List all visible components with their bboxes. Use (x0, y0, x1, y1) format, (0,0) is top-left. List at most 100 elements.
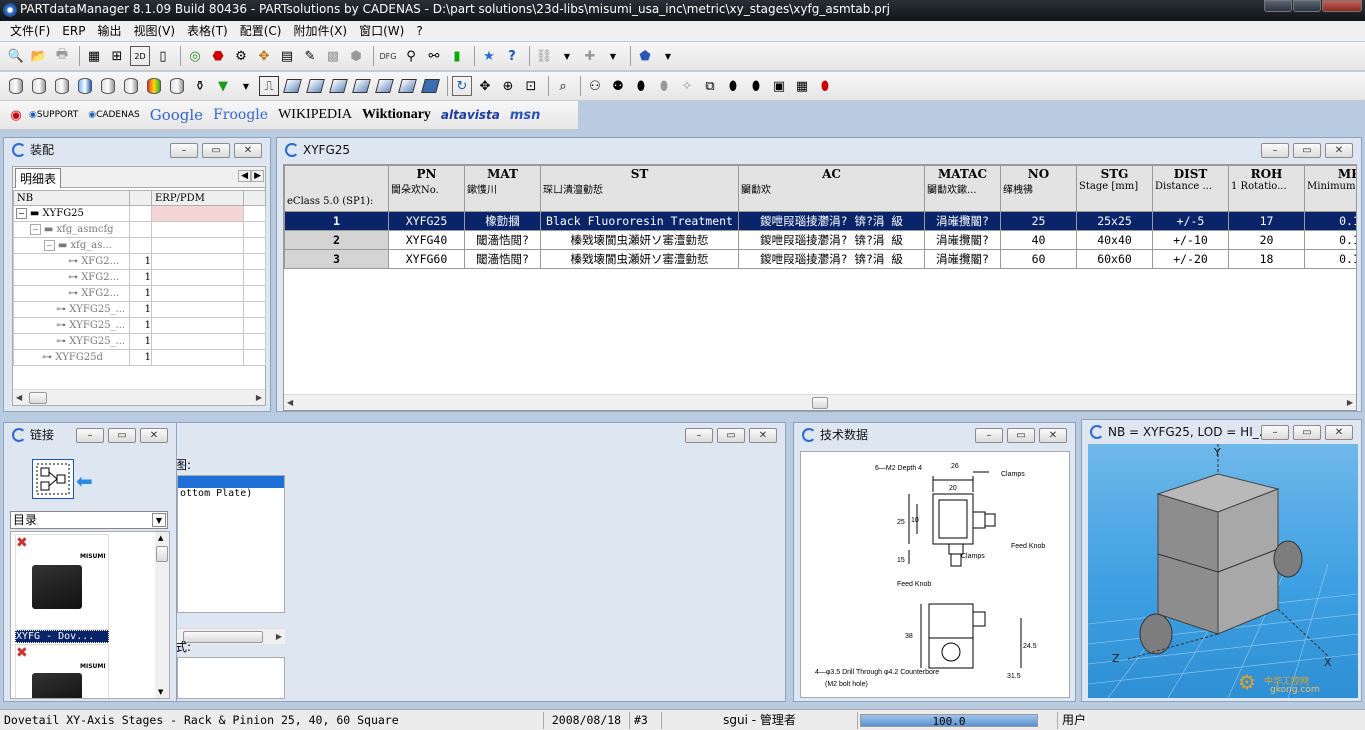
table-row[interactable]: 3 XYFG60 閾濇悎閲? 榛戣壊閬虫瀬妍ソ寚澶勭悊 鍐呭叚瑙掕灪涓? 锛?涓 級涓嶉… (284, 249, 1356, 269)
google-link[interactable]: Google (150, 106, 203, 124)
move-icon[interactable]: ✥ (254, 46, 274, 66)
column-header-mat[interactable]: MAT 鏉愯川 (464, 165, 541, 212)
shield-icon[interactable]: ⬟ (635, 46, 655, 66)
print-icon[interactable]: 🖶 (52, 46, 72, 66)
box-view-icon[interactable] (374, 76, 394, 96)
favorite-star-icon[interactable]: ★ (479, 46, 499, 66)
cylinder-icon[interactable] (52, 76, 72, 96)
product-thumbnail[interactable]: ✖ MISUMI (15, 644, 109, 698)
assembly-icon[interactable]: ⚙ (231, 46, 251, 66)
menu-table[interactable]: 表格(T) (181, 21, 234, 41)
puzzle-icon[interactable]: ✚ (580, 46, 600, 66)
middle-list[interactable]: ottom Plate) (177, 475, 285, 613)
wikipedia-link[interactable]: WIKIPEDIA (278, 107, 352, 123)
cylinder-color-icon[interactable] (144, 76, 164, 96)
view-table-icon[interactable]: ▦ (84, 46, 104, 66)
users-edit-icon[interactable]: ⚉ (608, 76, 628, 96)
view-2d-icon[interactable]: 2D (130, 46, 150, 66)
froogle-link[interactable]: Froogle (213, 107, 268, 123)
restore-button[interactable]: ▭ (1293, 143, 1321, 158)
thumbnail-caption[interactable]: XYFG - Dov... (15, 630, 109, 643)
minimize-button[interactable]: – (76, 428, 104, 443)
list-item[interactable]: ottom Plate) (178, 488, 284, 499)
vertical-scrollbar[interactable]: ▲ ▼ (155, 532, 169, 698)
scroll-right-icon[interactable]: ▶ (1347, 398, 1353, 407)
column-header-pn[interactable]: PN 閫朵欢No. (388, 165, 465, 212)
cylinder-icon[interactable] (98, 76, 118, 96)
part-red-icon[interactable]: ⬣ (208, 46, 228, 66)
close-button[interactable]: ✕ (140, 428, 168, 443)
measure-icon[interactable]: ⎍ (259, 76, 279, 96)
tab-scroll-right[interactable]: ▶ (251, 170, 264, 182)
minimize-button[interactable] (1264, 0, 1292, 12)
view-3d-icon[interactable]: ▯ (153, 46, 173, 66)
horizontal-scrollbar[interactable]: ◀ ▶ (284, 394, 1356, 410)
dropdown-arrow-icon[interactable]: ▼ (557, 46, 577, 66)
users-icon[interactable]: ⚇ (585, 76, 605, 96)
menu-addons[interactable]: 附加件(X) (287, 21, 353, 41)
zoom-window-icon[interactable]: ⊕ (498, 76, 518, 96)
close-button[interactable]: ✕ (234, 143, 262, 158)
cylinder-icon[interactable] (29, 76, 49, 96)
tree-row[interactable]: ⊶ XFG2... 1 (13, 269, 266, 286)
pan-icon[interactable]: ✥ (475, 76, 495, 96)
grid-icon[interactable]: ▤ (277, 46, 297, 66)
3d-viewport[interactable]: Y Z X ⚙ 中华工控网 gkong.com (1088, 444, 1358, 698)
column-header-mr[interactable]: MRMinimum R (1304, 165, 1356, 212)
view-split-icon[interactable]: ⊞ (107, 46, 127, 66)
tree-row[interactable]: ⊶ XYFG25d 1 (13, 349, 266, 366)
column-header-nb[interactable]: NB (13, 190, 130, 206)
lamp-icon[interactable]: ⚱ (190, 76, 210, 96)
cylinder-blue-icon[interactable] (75, 76, 95, 96)
tree-row[interactable]: ⊶ XYFG25_... 1 (13, 301, 266, 318)
traffic-light-icon[interactable]: ▮ (447, 46, 467, 66)
tree-row[interactable]: ⊶ XFG2... 1 (13, 253, 266, 270)
minimize-button[interactable]: – (170, 143, 198, 158)
column-header-roh[interactable]: ROH 1 Rotatio... (1228, 165, 1305, 212)
close-button[interactable]: ✕ (1325, 425, 1353, 440)
dropdown-arrow-icon[interactable]: ▼ (603, 46, 623, 66)
scrollbar-thumb[interactable] (29, 392, 47, 404)
scroll-right-icon[interactable]: ▶ (276, 632, 282, 641)
tree-row[interactable]: ⊶ XYFG25_... 1 (13, 317, 266, 334)
minimize-button[interactable]: – (1261, 143, 1289, 158)
column-header-dist[interactable]: DIST Distance ... (1152, 165, 1229, 212)
menu-view[interactable]: 视图(V) (127, 21, 181, 41)
collapse-icon[interactable]: − (16, 208, 27, 219)
close-button[interactable] (1322, 0, 1362, 12)
wiktionary-link[interactable]: Wiktionary (362, 107, 431, 123)
tab-bom[interactable]: 明细表 (15, 168, 62, 188)
pen-icon[interactable]: ✎ (300, 46, 320, 66)
tree-row[interactable]: − ▬ xfg_as... (13, 237, 266, 254)
chevron-down-icon[interactable]: ▼ (152, 513, 166, 527)
close-button[interactable]: ✕ (749, 428, 777, 443)
altavista-link[interactable]: altavista (441, 108, 500, 122)
cylinder-icon[interactable] (6, 76, 26, 96)
box-view-icon[interactable] (397, 76, 417, 96)
horizontal-scrollbar[interactable]: ◀ ▶ (13, 389, 265, 405)
support-link[interactable]: ◉SUPPORT (29, 110, 78, 120)
add-red-icon[interactable]: ⬮ (815, 76, 835, 96)
dropdown-arrow-icon[interactable]: ▼ (236, 76, 256, 96)
restore-button[interactable]: ▭ (1007, 428, 1035, 443)
close-button[interactable]: ✕ (1325, 143, 1353, 158)
part-arrow-icon[interactable]: ⬮ (746, 76, 766, 96)
scroll-right-icon[interactable]: ▶ (256, 393, 262, 402)
collapse-icon[interactable]: − (44, 240, 55, 251)
arrow-left-icon[interactable]: ⬅ (76, 469, 93, 493)
minimize-button[interactable]: – (685, 428, 713, 443)
column-header-matac[interactable]: MATAC 闄勫欢鏉... (924, 165, 1001, 212)
boxes-icon[interactable]: ⧉ (700, 76, 720, 96)
restore-button[interactable]: ▭ (108, 428, 136, 443)
scrollbar-thumb[interactable] (183, 631, 263, 643)
minimize-button[interactable]: – (1261, 425, 1289, 440)
minimize-button[interactable]: – (975, 428, 1003, 443)
restore-button[interactable]: ▭ (202, 143, 230, 158)
help-icon[interactable]: ? (502, 46, 522, 66)
menu-config[interactable]: 配置(C) (234, 21, 288, 41)
msn-link[interactable]: msn (510, 108, 541, 123)
open-folder-icon[interactable]: 📂 (29, 46, 49, 66)
search-icon[interactable]: 🔍 (6, 46, 26, 66)
column-header-ac[interactable]: AC 闄勫欢 (738, 165, 925, 212)
table-row[interactable]: 2 XYFG40 閾濇悎閲? 榛戣壊閬虫瀬妍ソ寚澶勭悊 鍐呭叚瑙掕灪涓? 锛?涓 級涓嶉… (284, 230, 1356, 250)
